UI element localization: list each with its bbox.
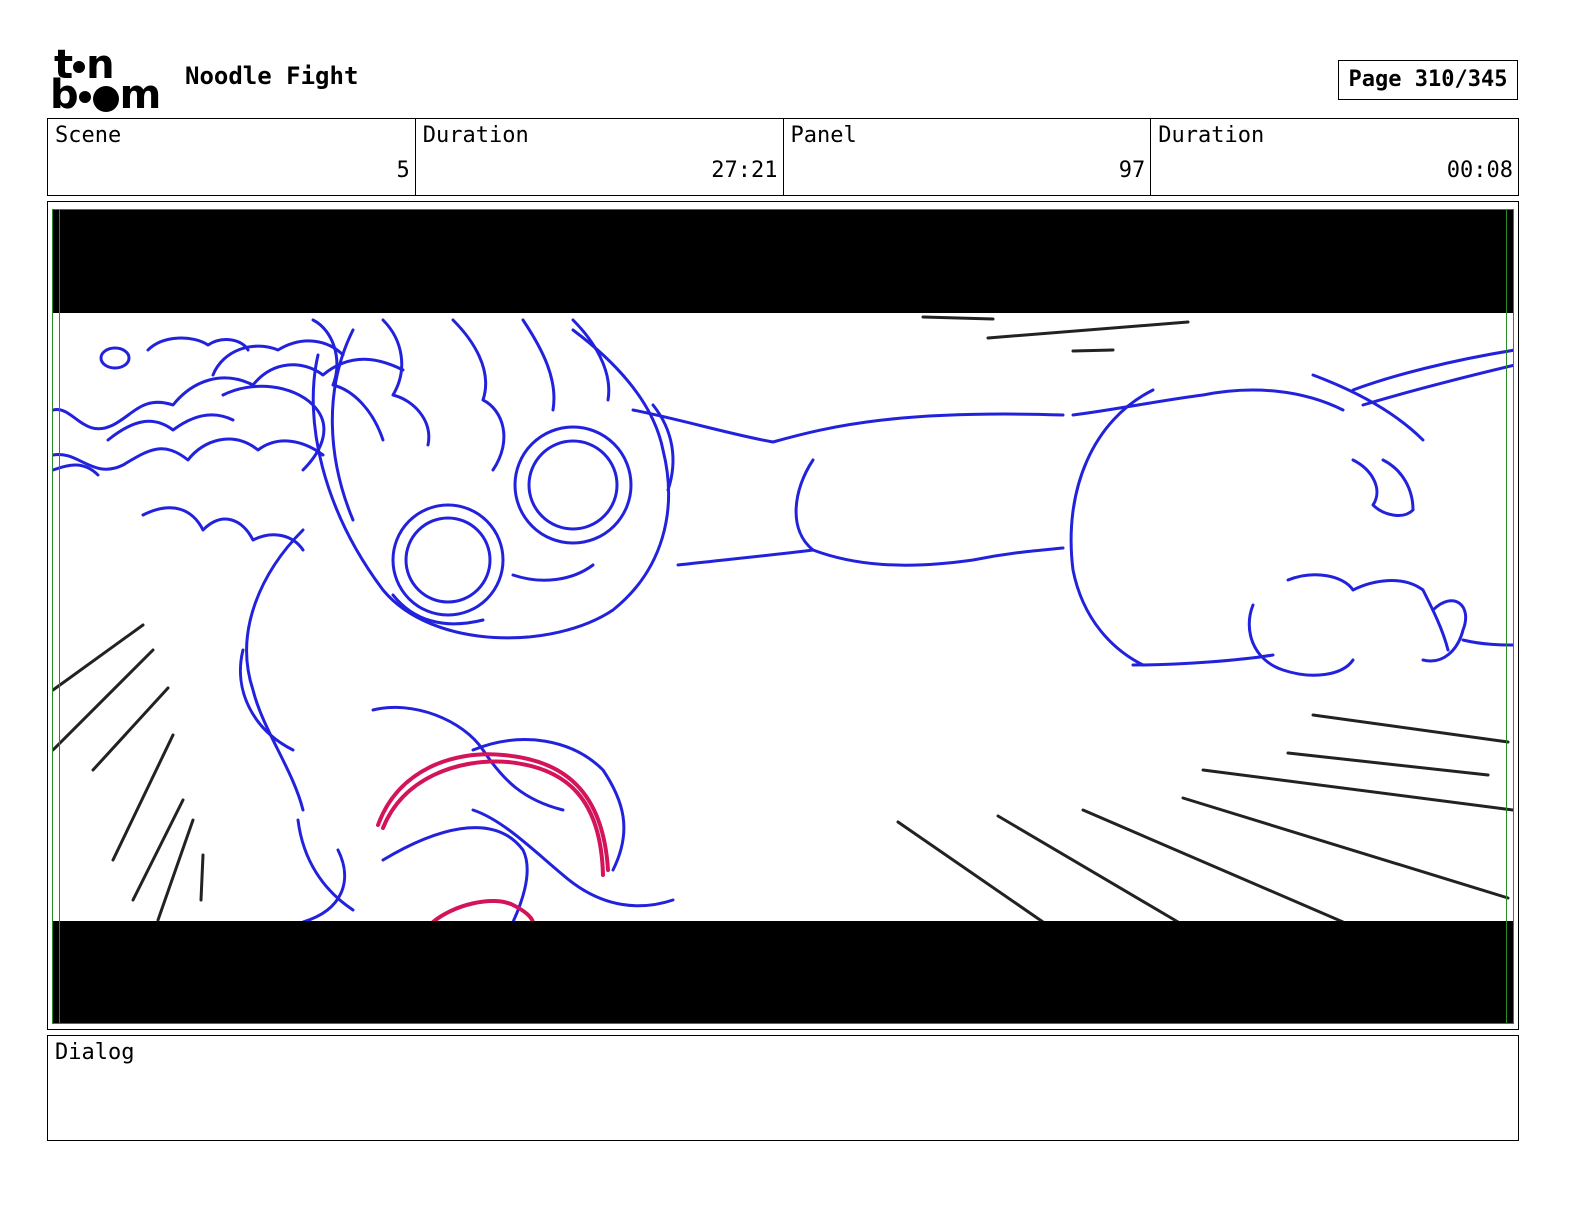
scene-label: Scene	[55, 123, 122, 148]
panel-duration-value: 00:08	[1446, 158, 1513, 183]
panel-value: 97	[1118, 158, 1146, 183]
info-bar: Scene 5 Duration 27:21 Panel 97 Duration…	[47, 118, 1519, 196]
storyboard-sketch	[53, 315, 1513, 924]
storyboard-panel	[52, 209, 1514, 1024]
panel-duration-label: Duration	[1158, 123, 1265, 148]
toon-boom-logo: tn bm	[50, 42, 161, 118]
scene-cell: Scene 5	[48, 119, 416, 195]
project-title: Noodle Fight	[185, 62, 359, 90]
page-number: Page 310/345	[1338, 60, 1518, 100]
scene-duration-cell: Duration 27:21	[416, 119, 784, 195]
scene-duration-label: Duration	[422, 123, 529, 148]
panel-cell: Panel 97	[784, 119, 1152, 195]
safe-area-guide-right	[1506, 210, 1507, 1023]
scene-value: 5	[396, 158, 410, 183]
safe-area-guide-left	[59, 210, 60, 1023]
panel-duration-cell: Duration 00:08	[1151, 119, 1518, 195]
panel-label: Panel	[790, 123, 857, 148]
letterbox-top	[53, 210, 1513, 313]
dialog-box: Dialog	[47, 1035, 1519, 1141]
dialog-label: Dialog	[55, 1040, 135, 1065]
panel-frame	[47, 201, 1519, 1030]
scene-duration-value: 27:21	[711, 158, 778, 183]
letterbox-bottom	[53, 921, 1513, 1023]
